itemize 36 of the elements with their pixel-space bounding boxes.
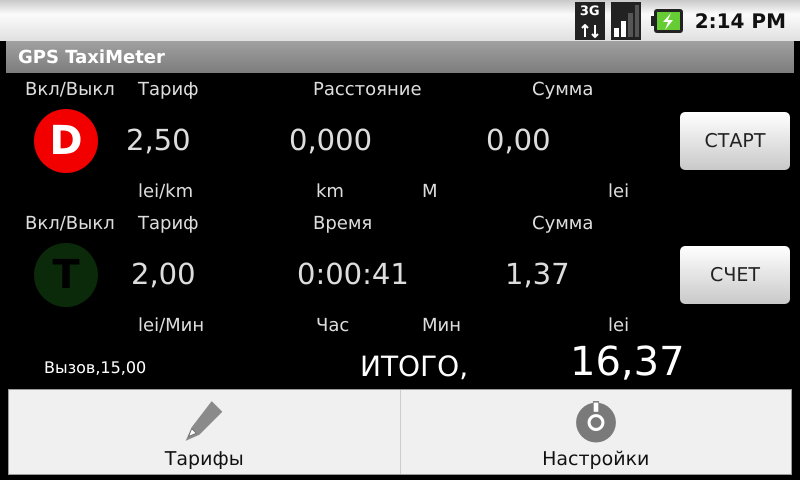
sum-label: Сумма (531, 212, 594, 236)
measure-value: 0,000 (288, 122, 374, 160)
clock-time: 2:14 PM (694, 8, 786, 33)
sum-value: 1,37 (504, 256, 571, 294)
tariff-value: 2,50 (125, 122, 192, 160)
action-button[interactable]: СТАРТ (680, 112, 790, 170)
tariff-label: Тариф (137, 212, 200, 236)
tariff-unit: lei/Мин (137, 314, 206, 338)
network-type: 3G (580, 4, 600, 19)
measure-value: 0:00:41 (296, 256, 410, 294)
measure-label: Время (312, 212, 374, 236)
action-button[interactable]: СЧЕТ (680, 246, 790, 304)
call-fee-text: Вызов,15,00 (43, 358, 148, 379)
signal-icon (610, 2, 641, 40)
tariff-label: Тариф (137, 78, 200, 102)
window-title: GPS TaxiMeter (6, 41, 794, 73)
tariff-value: 2,00 (130, 256, 197, 294)
sum-value: 0,00 (485, 122, 552, 160)
toggle-label: Вкл/Выкл (24, 212, 116, 236)
tariff-unit: lei/km (137, 180, 194, 204)
toggle-indicator[interactable]: D (34, 109, 98, 173)
battery-charging-icon (650, 8, 683, 33)
measure-label: Расстояние (312, 78, 423, 102)
measure-unit: km (315, 180, 345, 204)
measure-unit: Час (315, 314, 350, 338)
sub-unit: Мин (421, 314, 462, 338)
menu-item[interactable]: Настройки (400, 390, 791, 474)
sum-label: Сумма (531, 78, 594, 102)
menu-item[interactable]: Тарифы (9, 390, 400, 474)
sum-unit: lei (607, 180, 630, 204)
toggle-label: Вкл/Выкл (24, 78, 116, 102)
sub-unit: M (421, 180, 439, 204)
total-value: 16,37 (570, 339, 685, 385)
data-arrows-icon (580, 24, 600, 38)
sum-unit: lei (607, 314, 630, 338)
total-label: ИТОГО, (359, 348, 470, 385)
